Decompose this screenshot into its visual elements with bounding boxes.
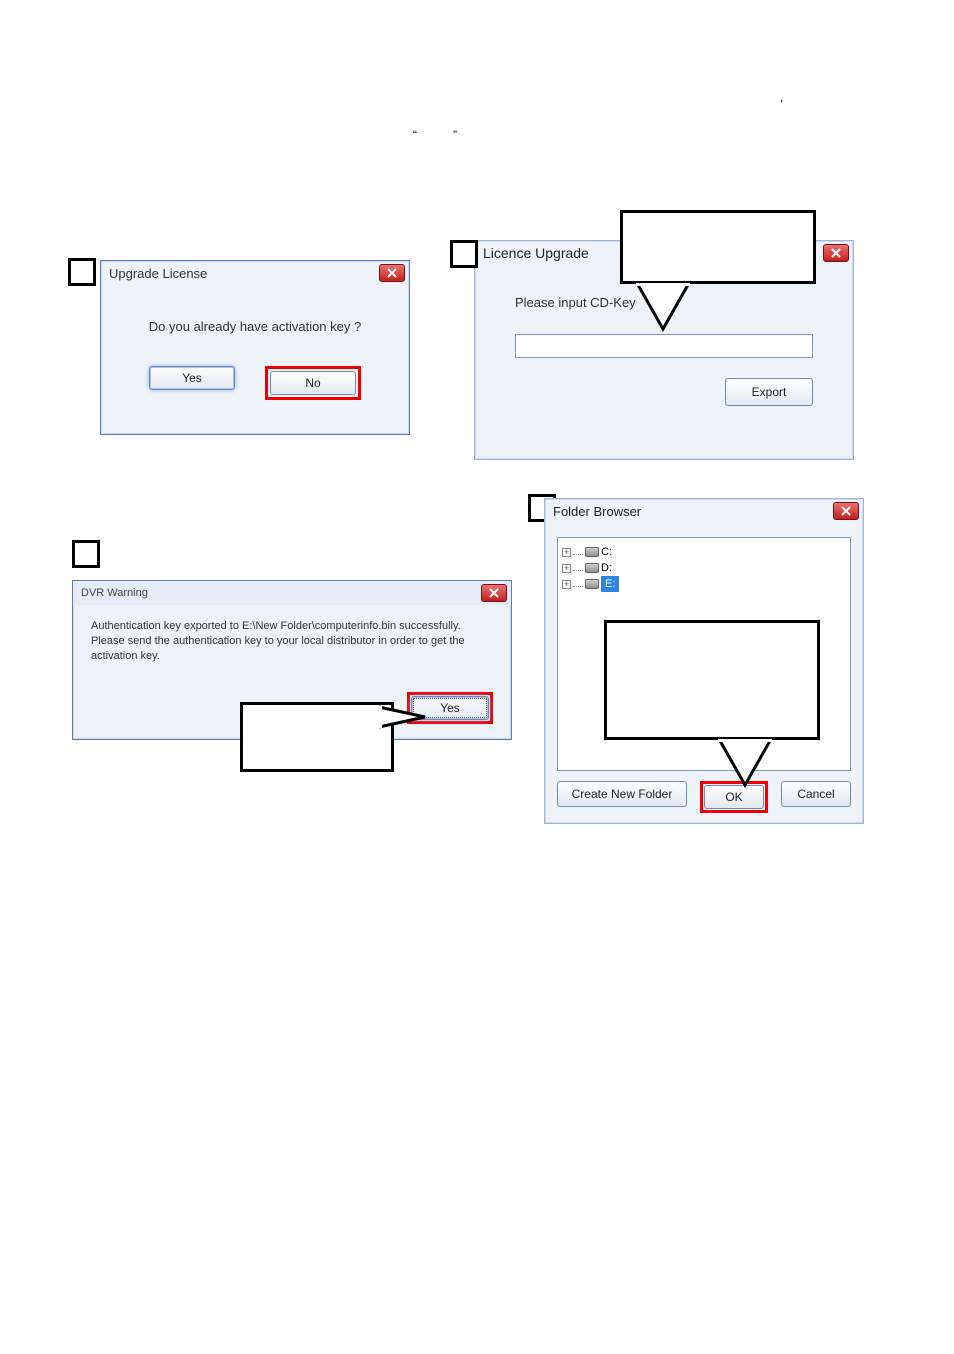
close-button[interactable] xyxy=(833,502,859,520)
callout-box-1 xyxy=(620,210,816,284)
cancel-button[interactable]: Cancel xyxy=(781,781,851,807)
dialog-title: Upgrade License xyxy=(109,266,207,281)
close-icon xyxy=(489,588,499,598)
dialog-titlebar: DVR Warning xyxy=(73,581,511,605)
dialog-title: Licence Upgrade xyxy=(483,245,589,261)
callout-tail-icon xyxy=(633,283,693,333)
callout-tail-icon xyxy=(715,739,775,789)
close-icon xyxy=(831,248,841,258)
drive-icon xyxy=(585,547,599,557)
no-button[interactable]: No xyxy=(270,371,356,395)
drive-icon xyxy=(585,579,599,589)
tree-connector-icon xyxy=(573,549,583,555)
close-button[interactable] xyxy=(823,244,849,262)
stray-left-quote: “ xyxy=(413,128,417,142)
yes-button[interactable]: Yes xyxy=(149,366,235,390)
drive-label-selected: E: xyxy=(601,576,619,592)
dialog-body-text: Authentication key exported to E:\New Fo… xyxy=(91,619,493,664)
create-new-folder-button[interactable]: Create New Folder xyxy=(557,781,687,807)
drive-label: D: xyxy=(601,560,612,576)
stray-comma: , xyxy=(780,90,783,104)
expand-icon[interactable]: + xyxy=(562,548,571,557)
expand-icon[interactable]: + xyxy=(562,564,571,573)
drive-label: C: xyxy=(601,544,612,560)
upgrade-license-dialog: Upgrade License Do you already have acti… xyxy=(100,260,410,435)
callout-box-3 xyxy=(604,620,820,740)
tree-row-e[interactable]: + E: xyxy=(562,576,846,592)
dialog-question: Do you already have activation key ? xyxy=(115,319,395,334)
tree-row-d[interactable]: + D: xyxy=(562,560,846,576)
tree-row-c[interactable]: + C: xyxy=(562,544,846,560)
close-icon xyxy=(841,506,851,516)
tree-connector-icon xyxy=(573,581,583,587)
drive-icon xyxy=(585,563,599,573)
close-button[interactable] xyxy=(481,584,507,602)
step-marker-3 xyxy=(72,540,100,568)
dialog-title: Folder Browser xyxy=(553,504,641,519)
close-button[interactable] xyxy=(379,264,405,282)
callout-box-2 xyxy=(240,702,394,772)
expand-icon[interactable]: + xyxy=(562,580,571,589)
callout-tail-icon xyxy=(379,703,429,733)
tree-connector-icon xyxy=(573,565,583,571)
stray-right-quote: ” xyxy=(453,128,457,142)
no-button-highlight: No xyxy=(265,366,361,400)
export-button[interactable]: Export xyxy=(725,378,813,406)
cdkey-input[interactable] xyxy=(515,334,813,358)
dialog-title: DVR Warning xyxy=(81,587,148,599)
step-marker-1 xyxy=(68,258,96,286)
dialog-titlebar: Upgrade License xyxy=(101,261,409,285)
step-marker-2 xyxy=(450,240,478,268)
dialog-titlebar: Folder Browser xyxy=(545,499,863,523)
close-icon xyxy=(387,268,397,278)
